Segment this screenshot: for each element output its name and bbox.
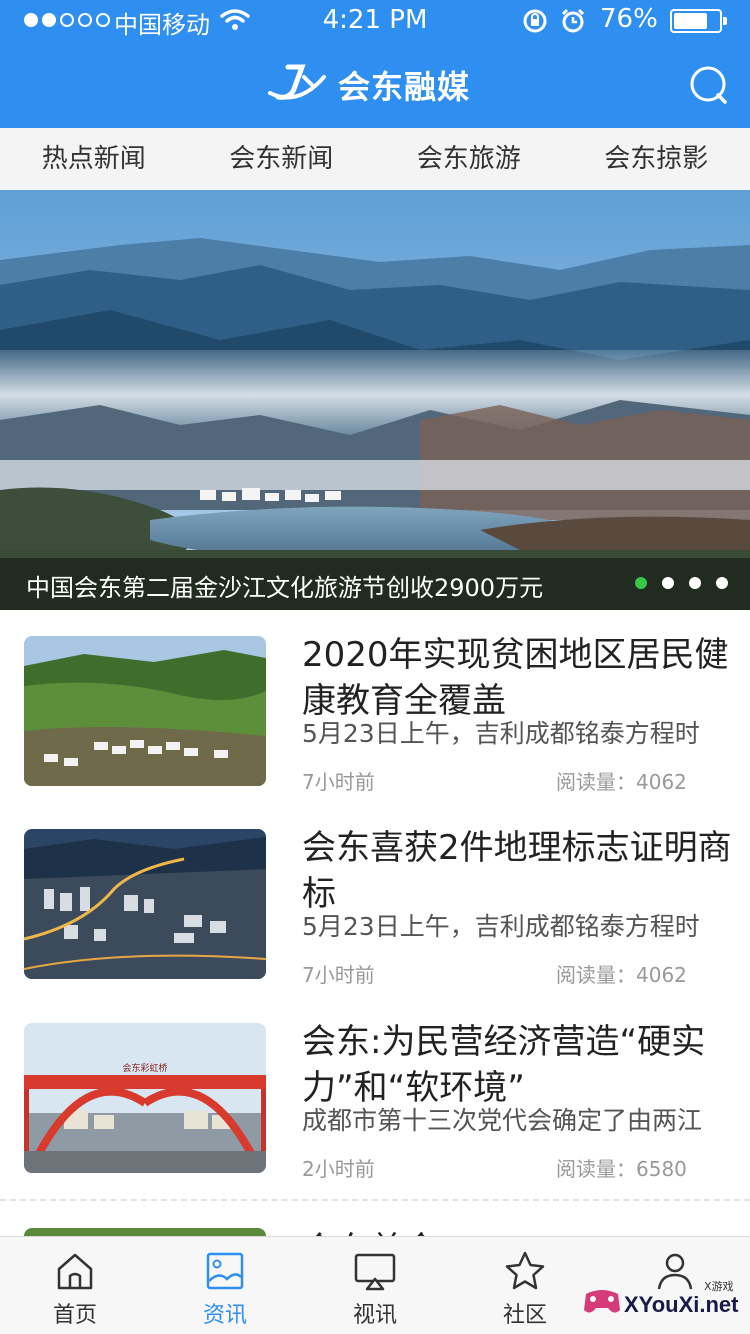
news-read-count: 阅读量：4062 bbox=[556, 963, 687, 987]
nav-home-label: 首页 bbox=[52, 1303, 97, 1328]
news-item[interactable]: 2020年实现贫困地区居民健康教育全覆盖 5月23日上午，吉利成都铭泰方程时 7… bbox=[0, 610, 750, 804]
title-bar: 会东融媒 bbox=[0, 44, 750, 128]
app-header: 中国移动 4:21 PM 76% 会东融媒 bbox=[0, 0, 750, 128]
carousel-dot[interactable] bbox=[716, 577, 728, 589]
search-icon[interactable] bbox=[686, 62, 730, 106]
news-list: 2020年实现贫困地区居民健康教育全覆盖 5月23日上午，吉利成都铭泰方程时 7… bbox=[0, 610, 750, 1236]
nav-news-label: 资讯 bbox=[202, 1303, 247, 1328]
news-thumbnail bbox=[24, 1228, 266, 1236]
nav-community-label: 社区 bbox=[502, 1303, 547, 1328]
carousel-indicator bbox=[635, 577, 728, 589]
tab-huidong-news[interactable]: 会东新闻 bbox=[188, 128, 376, 190]
news-time: 7小时前 bbox=[302, 963, 375, 987]
star-icon bbox=[505, 1251, 545, 1290]
home-icon bbox=[57, 1253, 93, 1290]
nav-community[interactable]: 社区 bbox=[450, 1237, 600, 1334]
app-brand: 会东融媒 bbox=[268, 62, 470, 108]
gamepad-logo-icon bbox=[584, 1290, 620, 1313]
news-thumbnail bbox=[24, 829, 266, 979]
news-title: 会东:为民营经济营造“硬实力”和“软环境” bbox=[302, 1022, 706, 1108]
news-item[interactable]: 会东喜获2件地理标志证明商标 5月23日上午，吉利成都铭泰方程时 7小时前 阅读… bbox=[0, 803, 750, 997]
app-logo-icon bbox=[268, 64, 326, 100]
tab-huidong-travel[interactable]: 会东旅游 bbox=[375, 128, 563, 190]
news-summary: 成都市第十三次党代会确定了由两江 bbox=[302, 1106, 703, 1135]
rotation-lock-icon bbox=[523, 9, 547, 33]
news-time: 2小时前 bbox=[302, 1157, 375, 1181]
nav-news[interactable]: 资讯 bbox=[150, 1237, 300, 1334]
banner-carousel[interactable]: 中国会东第二届金沙江文化旅游节创收2900万元 bbox=[0, 190, 750, 610]
carousel-dot[interactable] bbox=[635, 577, 647, 589]
nav-video[interactable]: 视讯 bbox=[300, 1237, 450, 1334]
carousel-dot[interactable] bbox=[689, 577, 701, 589]
news-thumbnail: 会东彩虹桥 bbox=[24, 1023, 266, 1173]
news-summary: 5月23日上午，吉利成都铭泰方程时 bbox=[302, 719, 700, 748]
category-tabs: 热点新闻 会东新闻 会东旅游 会东掠影 bbox=[0, 128, 750, 190]
tab-hot-news[interactable]: 热点新闻 bbox=[0, 128, 188, 190]
banner-caption: 中国会东第二届金沙江文化旅游节创收2900万元 bbox=[26, 574, 544, 602]
news-time: 7小时前 bbox=[302, 770, 375, 794]
battery-percent: 76% bbox=[600, 4, 658, 34]
banner-image bbox=[0, 190, 750, 610]
news-item[interactable]: 会东彩虹桥 会东:为民营经济营造“硬实力”和“软环境” 成都市第十三次党代会确定… bbox=[0, 997, 750, 1191]
news-thumbnail bbox=[24, 636, 266, 786]
news-item[interactable]: 会东美食 bbox=[0, 1216, 750, 1236]
nav-home[interactable]: 首页 bbox=[0, 1237, 150, 1334]
divider bbox=[0, 1199, 750, 1201]
news-title: 会东喜获2件地理标志证明商标 bbox=[302, 828, 732, 914]
news-title: 2020年实现贫困地区居民健康教育全覆盖 bbox=[302, 635, 729, 721]
bridge-sign: 会东彩虹桥 bbox=[122, 1062, 167, 1074]
nav-video-label: 视讯 bbox=[352, 1303, 397, 1328]
news-read-count: 阅读量：6580 bbox=[556, 1157, 687, 1181]
battery-icon bbox=[670, 9, 727, 33]
image-icon bbox=[206, 1252, 244, 1290]
news-title: 会东美食 bbox=[302, 1222, 438, 1236]
news-summary: 5月23日上午，吉利成都铭泰方程时 bbox=[302, 912, 700, 941]
airplay-icon bbox=[354, 1253, 396, 1291]
app-title: 会东融媒 bbox=[338, 68, 471, 106]
carousel-dot[interactable] bbox=[662, 577, 674, 589]
news-read-count: 阅读量：4062 bbox=[556, 770, 687, 794]
banner-caption-bar: 中国会东第二届金沙江文化旅游节创收2900万元 bbox=[0, 558, 750, 610]
status-bar: 中国移动 4:21 PM 76% bbox=[0, 0, 750, 40]
watermark-text: XYouXi.net bbox=[624, 1292, 739, 1317]
tab-huidong-glimpse[interactable]: 会东掠影 bbox=[563, 128, 750, 190]
site-watermark: X游戏 XYouXi.net bbox=[580, 1272, 750, 1334]
alarm-icon bbox=[561, 8, 585, 33]
